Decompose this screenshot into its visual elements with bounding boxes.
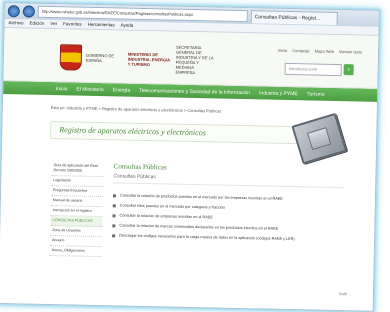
sidebar-item-anexo[interactable]: Anexo_Obligaciones	[49, 246, 102, 258]
list-item[interactable]: Consultar la relación de marcas comercia…	[112, 223, 342, 233]
page-content: Está en: Industria y PYME > Registro de …	[0, 94, 377, 311]
search-input[interactable]: Introduzca texto	[284, 62, 342, 77]
processor-chip-icon	[291, 112, 348, 165]
list-item[interactable]: Descargar los códigos necesarios para la…	[112, 233, 342, 243]
breadcrumb[interactable]: Está en: Industria y PYME > Registro de …	[51, 105, 222, 114]
nav-energia[interactable]: Energía	[113, 87, 131, 93]
menu-archivo[interactable]: Archivo	[8, 19, 24, 27]
nav-ministerio[interactable]: El Ministerio	[76, 87, 103, 94]
search-button[interactable]: ›	[343, 64, 354, 76]
list-item-label[interactable]: Consultar la relación de productos puest…	[120, 193, 283, 201]
nav-industria[interactable]: Industria y PYME	[259, 90, 298, 97]
link-contactar[interactable]: Contactar	[292, 48, 309, 53]
top-links: Inicio Contactar Mapa Web Versión texto	[278, 48, 362, 55]
page-subtitle: Consultas Públicas	[113, 173, 344, 189]
main-panel: Consultas Públicas Consultas Públicas Co…	[112, 162, 344, 248]
link-version-texto[interactable]: Versión texto	[339, 49, 362, 54]
bullet-icon	[112, 194, 116, 198]
link-mapa-web[interactable]: Mapa Web	[315, 49, 334, 54]
menu-favoritos[interactable]: Favoritos	[63, 20, 82, 28]
menu-ver[interactable]: Ver	[50, 20, 57, 28]
list-item[interactable]: Consultar la relación de empresas inscri…	[112, 213, 342, 223]
menu-ayuda[interactable]: Ayuda	[121, 21, 134, 29]
bullet-icon	[112, 204, 116, 208]
secretary-label: SECRETARÍA GENERAL DE INDUSTRIA Y DE LA …	[175, 44, 214, 76]
coat-of-arms-icon	[59, 44, 83, 71]
bullet-icon	[112, 234, 116, 238]
list-item-label[interactable]: Consultar la relación de empresas inscri…	[119, 213, 213, 220]
forward-button[interactable]	[22, 5, 35, 18]
site-header: GOBIERNO DE ESPAÑA MINISTERIO DE INDUSTR…	[3, 28, 379, 89]
nav-turismo[interactable]: Turismo	[307, 91, 325, 97]
browser-tab[interactable]: Consultas Públicas - Regist...	[250, 9, 338, 25]
back-button[interactable]	[7, 5, 20, 18]
government-logo[interactable]: GOBIERNO DE ESPAÑA MINISTERIO DE INDUSTR…	[59, 42, 215, 76]
nav-telecom[interactable]: Telecomunicaciones y Sociedad de la Info…	[139, 88, 250, 96]
exit-link[interactable]: Salir	[339, 291, 347, 296]
list-item[interactable]: Consultar kilos puestos en el mercado po…	[112, 203, 343, 213]
list-item[interactable]: Consultar la relación de productos puest…	[112, 193, 343, 203]
list-item-label[interactable]: Consultar kilos puestos en el mercado po…	[120, 203, 225, 210]
chip-core	[307, 127, 332, 151]
link-inicio[interactable]: Inicio	[278, 48, 287, 53]
sidebar: Guía de aplicación del Real Decreto 208/…	[49, 161, 104, 258]
list-item-label[interactable]: Consultar la relación de marcas comercia…	[119, 223, 278, 231]
list-item-label[interactable]: Descargar los códigos necesarios para la…	[119, 233, 295, 242]
menu-edicion[interactable]: Edición	[29, 20, 45, 28]
gov-label: GOBIERNO DE ESPAÑA	[85, 52, 115, 64]
browser-window: http://www.minetur.gob.es/industria/RAEE…	[0, 2, 380, 312]
menu-herramientas[interactable]: Herramientas	[88, 21, 115, 30]
section-title: Registro de aparatos eléctricos y electr…	[50, 121, 299, 145]
ministry-label: MINISTERIO DE INDUSTRIA, ENERGÍA Y TURIS…	[127, 51, 170, 67]
sidebar-item-guia[interactable]: Guía de aplicación del Real Decreto 208/…	[51, 161, 104, 178]
bullet-icon	[112, 214, 116, 218]
bullet-icon	[112, 224, 116, 228]
nav-inicio[interactable]: Inicio	[56, 86, 68, 92]
